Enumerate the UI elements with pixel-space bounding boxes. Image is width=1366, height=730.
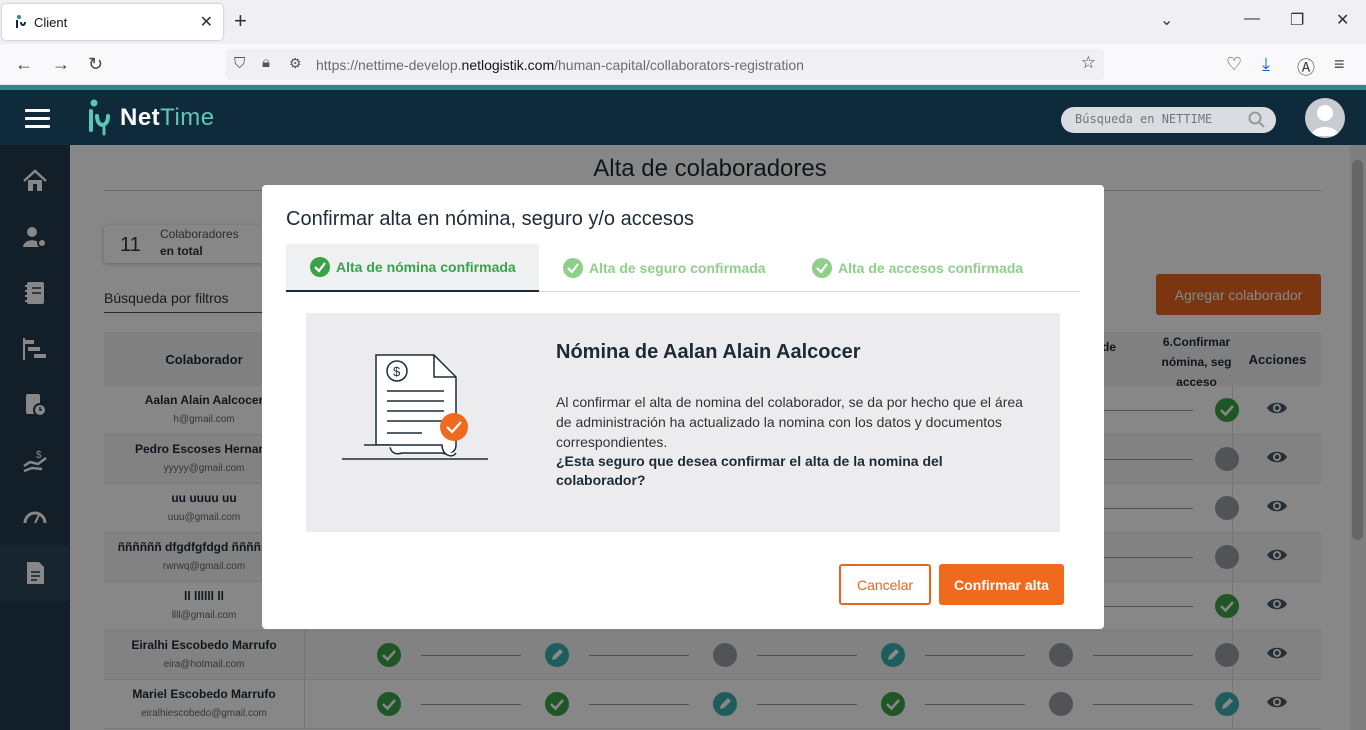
cancel-button[interactable]: Cancelar — [839, 564, 931, 605]
tab-access-label: Alta de accesos confirmada — [838, 260, 1024, 276]
check-circle-icon — [310, 257, 330, 277]
nettime-logo: NetTime — [86, 98, 215, 138]
browser-tab-bar: Client ✕ + ⌄ — ❐ ✕ — [0, 0, 1366, 44]
search-icon[interactable] — [1248, 111, 1266, 129]
lock-icon[interactable]: 🔒︎ — [262, 54, 270, 71]
modal-title: Confirmar alta en nómina, seguro y/o acc… — [286, 208, 694, 230]
svg-text:$: $ — [393, 364, 401, 379]
shield-icon[interactable]: ⛉ — [234, 55, 245, 72]
restore-icon[interactable]: ❐ — [1290, 10, 1304, 30]
global-search[interactable] — [1061, 107, 1276, 133]
modal-body-title: Nómina de Aalan Alain Aalcocer — [556, 341, 861, 363]
reload-icon[interactable]: ↻ — [88, 54, 103, 75]
user-avatar[interactable] — [1305, 98, 1345, 138]
modal-body-text: Al confirmar el alta de nomina del colab… — [556, 394, 1023, 450]
confirm-registration-modal: Confirmar alta en nómina, seguro y/o acc… — [262, 185, 1104, 629]
bookmark-star-icon[interactable]: ☆ — [1081, 53, 1096, 73]
permissions-icon[interactable]: ⚙ — [289, 55, 302, 72]
app-favicon-icon — [16, 15, 26, 28]
payroll-document-illustration: $ — [342, 354, 488, 460]
minimize-icon[interactable]: — — [1244, 10, 1260, 28]
tab-insurance-label: Alta de seguro confirmada — [589, 260, 766, 276]
user-avatar-icon — [1311, 105, 1339, 136]
url-text[interactable]: https://nettime-develop.netlogistik.com/… — [316, 57, 804, 73]
tab-payroll-label: Alta de nómina confirmada — [336, 259, 516, 275]
account-icon[interactable]: Ⓐ — [1297, 54, 1315, 80]
check-circle-icon — [563, 258, 583, 278]
check-circle-icon — [812, 258, 832, 278]
pocket-icon[interactable]: ♡ — [1226, 54, 1242, 75]
back-icon[interactable]: ← — [15, 54, 33, 75]
tab-close-icon[interactable]: ✕ — [200, 12, 213, 32]
tab-title: Client — [34, 15, 68, 30]
forward-icon[interactable]: → — [52, 54, 70, 75]
new-tab-icon[interactable]: + — [234, 8, 247, 34]
window-close-icon[interactable]: ✕ — [1336, 10, 1349, 30]
modal-body: $ Nómina de Aalan Alain Aalcocer Al conf… — [306, 313, 1060, 532]
download-icon[interactable]: ⤓ — [1262, 54, 1270, 75]
hamburger-menu-icon[interactable] — [25, 109, 50, 128]
global-search-input[interactable] — [1075, 112, 1245, 126]
modal-tabs: Alta de nómina confirmada Alta de seguro… — [286, 244, 1080, 292]
browser-tab[interactable]: Client ✕ — [2, 4, 223, 40]
url-bar[interactable]: ⛉ 🔒︎ ⚙ https://nettime-develop.netlogist… — [226, 49, 1104, 80]
nettime-logo-icon — [89, 99, 110, 136]
menu-icon[interactable]: ≡ — [1334, 54, 1345, 75]
tab-access[interactable]: Alta de accesos confirmada — [812, 244, 1023, 292]
tab-insurance[interactable]: Alta de seguro confirmada — [563, 244, 766, 292]
tab-payroll[interactable]: Alta de nómina confirmada — [286, 244, 539, 292]
tab-list-icon[interactable]: ⌄ — [1160, 10, 1173, 30]
modal-body-question: ¿Esta seguro que desea confirmar el alta… — [556, 453, 943, 488]
confirm-button[interactable]: Confirmar alta — [939, 564, 1064, 605]
